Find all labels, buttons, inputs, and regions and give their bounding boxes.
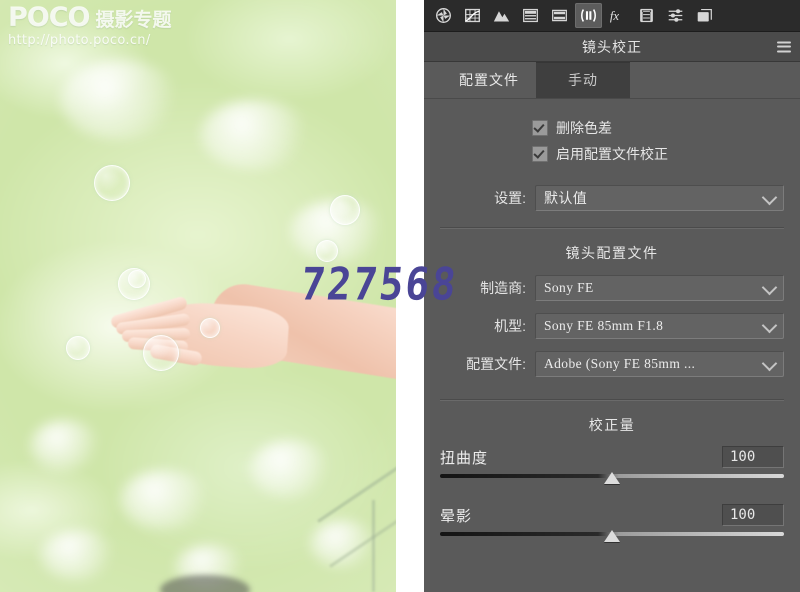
slider-distortion: 扭曲度 100 bbox=[440, 445, 784, 489]
setup-select[interactable]: 默认值 bbox=[535, 185, 784, 211]
tab-profile[interactable]: 配置文件 bbox=[442, 62, 536, 98]
camera-calibration-icon[interactable] bbox=[633, 3, 660, 28]
bubble bbox=[66, 336, 90, 360]
correction-amount-title: 校正量 bbox=[588, 417, 636, 433]
profile-row: 配置文件: Adobe (Sony FE 85mm ... bbox=[440, 351, 784, 377]
vignetting-slider[interactable] bbox=[440, 529, 784, 547]
remove-chromatic-aberration-checkbox[interactable] bbox=[532, 120, 548, 136]
bokeh-spot bbox=[200, 100, 310, 170]
lens-correction-icon[interactable] bbox=[575, 3, 602, 28]
split-toning-icon[interactable] bbox=[517, 3, 544, 28]
distortion-value-field[interactable]: 100 bbox=[722, 446, 784, 468]
hamburger-menu-icon[interactable] bbox=[777, 41, 791, 52]
snapshots-icon[interactable] bbox=[691, 3, 718, 28]
tab-manual-label: 手动 bbox=[568, 72, 598, 88]
bokeh-spot bbox=[30, 420, 100, 472]
bubble bbox=[94, 165, 130, 201]
profile-value: Adobe (Sony FE 85mm ... bbox=[544, 356, 696, 371]
bubble bbox=[143, 335, 179, 371]
detail-icon[interactable] bbox=[546, 3, 573, 28]
checkbox-row-remove-chromatic-aberration[interactable]: 删除色差 bbox=[532, 115, 784, 141]
panel-title-bar: 镜头校正 bbox=[424, 32, 800, 62]
lens-profile-title: 镜头配置文件 bbox=[565, 245, 659, 261]
hsl-grayscale-icon[interactable] bbox=[488, 3, 515, 28]
basic-adjust-icon[interactable] bbox=[430, 3, 457, 28]
screenshot-root: POCO 摄影专题 http://photo.poco.cn/ 727568 f… bbox=[0, 0, 800, 592]
profile-label: 配置文件: bbox=[466, 356, 526, 372]
tab-manual[interactable]: 手动 bbox=[536, 62, 630, 98]
distortion-slider[interactable] bbox=[440, 471, 784, 489]
panel-body: 删除色差 启用配置文件校正 设置: 默认值 镜头配置文件 制造商: Sony F… bbox=[424, 115, 800, 547]
model-select[interactable]: Sony FE 85mm F1.8 bbox=[535, 313, 784, 339]
bokeh-spot bbox=[120, 470, 210, 530]
bubble bbox=[118, 268, 150, 300]
section-divider bbox=[440, 399, 784, 401]
tone-curve-icon[interactable] bbox=[459, 3, 486, 28]
bokeh-spot bbox=[40, 530, 116, 580]
setup-row: 设置: 默认值 bbox=[440, 185, 784, 211]
watermark-url: http://photo.poco.cn/ bbox=[8, 33, 151, 48]
watermark-subtitle: 摄影专题 bbox=[95, 9, 172, 31]
bokeh-spot bbox=[250, 440, 330, 498]
develop-module-toolbar: fx bbox=[424, 0, 800, 32]
checkbox-row-enable-profile-corrections[interactable]: 启用配置文件校正 bbox=[532, 141, 784, 167]
distortion-label: 扭曲度 bbox=[440, 449, 489, 467]
chevron-down-icon bbox=[761, 189, 778, 206]
bubble bbox=[200, 318, 220, 338]
make-select[interactable]: Sony FE bbox=[535, 275, 784, 301]
model-value: Sony FE 85mm F1.8 bbox=[544, 318, 664, 333]
make-row: 制造商: Sony FE bbox=[440, 275, 784, 301]
tab-profile-label: 配置文件 bbox=[459, 72, 519, 88]
make-value: Sony FE bbox=[544, 280, 594, 295]
vignetting-label: 晕影 bbox=[440, 507, 473, 525]
slider-vignetting: 晕影 100 bbox=[440, 503, 784, 547]
overlay-number: 727568 bbox=[298, 259, 461, 311]
bokeh-spot bbox=[310, 520, 376, 568]
setup-label: 设置: bbox=[494, 190, 526, 206]
enable-profile-corrections-label: 启用配置文件校正 bbox=[556, 146, 668, 162]
watermark-brand: POCO bbox=[8, 2, 91, 33]
effects-icon[interactable]: fx bbox=[604, 3, 631, 28]
fence-post bbox=[372, 500, 375, 592]
chevron-down-icon bbox=[761, 279, 778, 296]
model-row: 机型: Sony FE 85mm F1.8 bbox=[440, 313, 784, 339]
panel-tabs: 配置文件 手动 bbox=[424, 62, 800, 99]
watermark: POCO 摄影专题 http://photo.poco.cn/ bbox=[8, 4, 172, 47]
page-title: 镜头校正 bbox=[582, 38, 642, 55]
distortion-thumb[interactable] bbox=[604, 472, 620, 484]
bokeh-spot bbox=[60, 60, 180, 140]
remove-chromatic-aberration-label: 删除色差 bbox=[556, 120, 612, 136]
model-label: 机型: bbox=[494, 318, 526, 334]
vignetting-thumb[interactable] bbox=[604, 530, 620, 542]
section-divider bbox=[440, 227, 784, 229]
setup-value: 默认值 bbox=[544, 190, 588, 206]
chevron-down-icon bbox=[761, 355, 778, 372]
enable-profile-corrections-checkbox[interactable] bbox=[532, 146, 548, 162]
presets-icon[interactable] bbox=[662, 3, 689, 28]
chevron-down-icon bbox=[761, 317, 778, 334]
lens-correction-panel: fx 镜头校正 配置文件 手动 删除色差 启用配置文件校正 设置: 默认值 镜头… bbox=[424, 0, 800, 592]
vignetting-value-field[interactable]: 100 bbox=[722, 504, 784, 526]
svg-text:fx: fx bbox=[610, 9, 620, 23]
bubble bbox=[330, 195, 360, 225]
profile-select[interactable]: Adobe (Sony FE 85mm ... bbox=[535, 351, 784, 377]
